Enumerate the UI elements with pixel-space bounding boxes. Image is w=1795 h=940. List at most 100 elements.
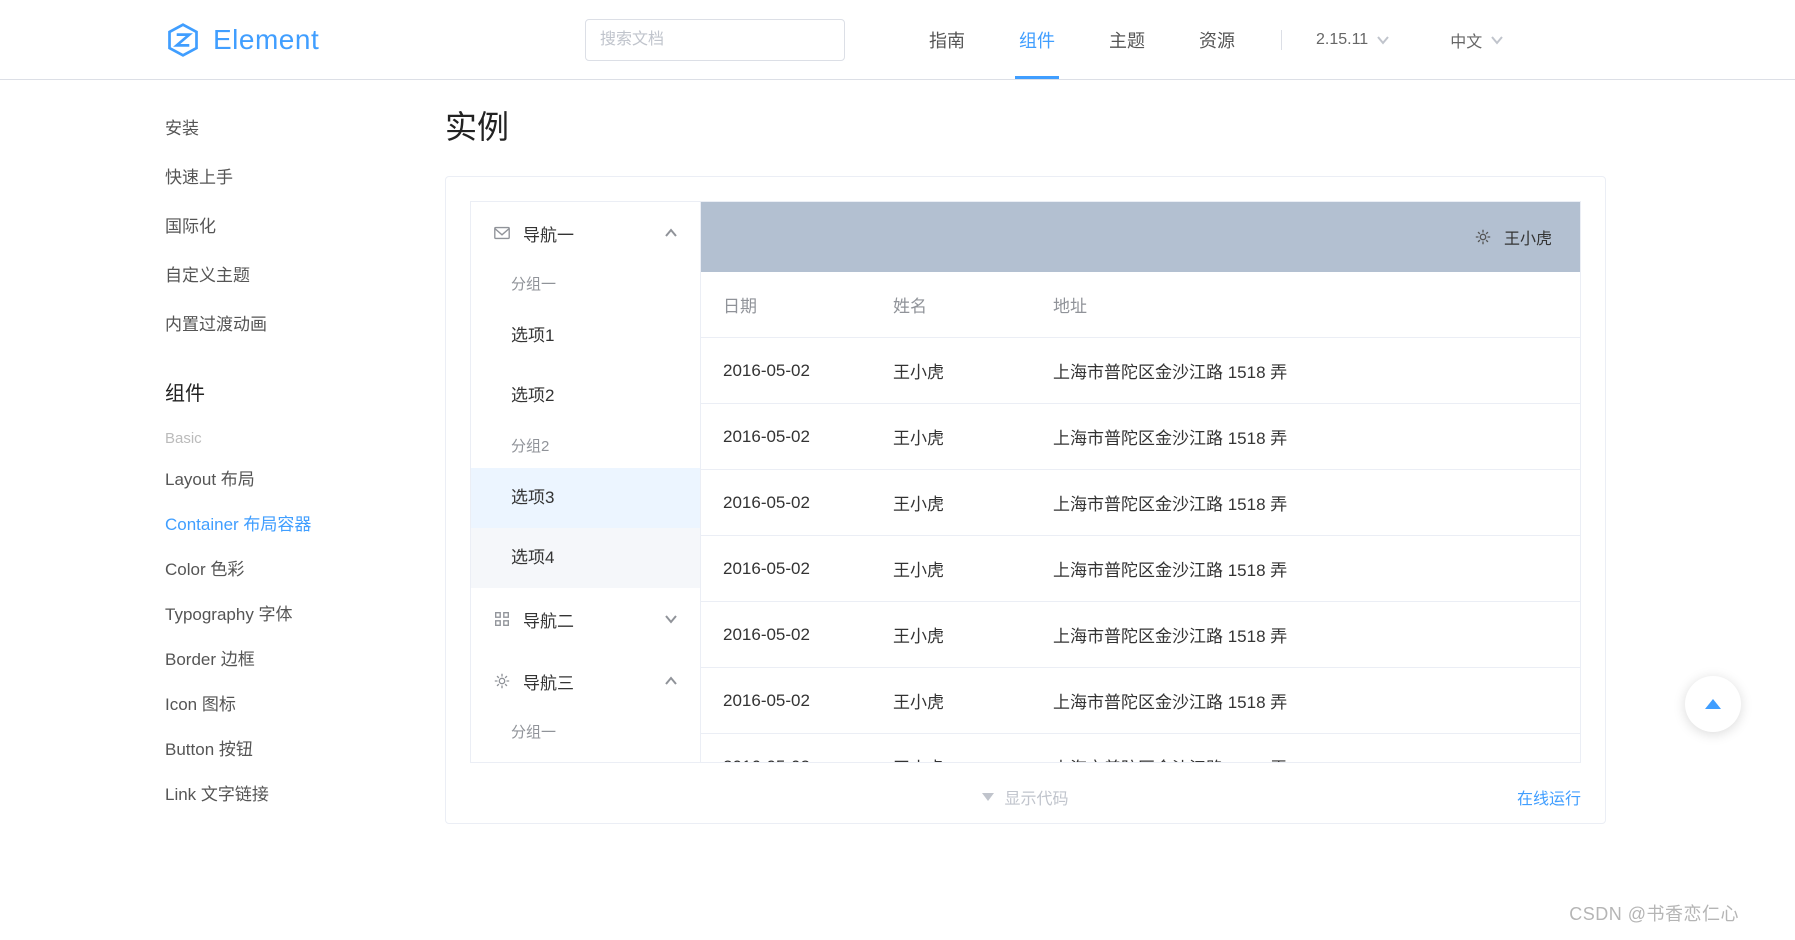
td-date: 2016-05-02: [701, 338, 871, 404]
gear-icon: [493, 672, 511, 690]
td-date: 2016-05-02: [701, 602, 871, 668]
table-row[interactable]: 2016-05-02王小虎上海市普陀区金沙江路 1518 弄: [701, 734, 1580, 763]
chevron-down-icon: [664, 612, 678, 626]
nav-divider: [1281, 30, 1282, 50]
table-row[interactable]: 2016-05-02王小虎上海市普陀区金沙江路 1518 弄: [701, 602, 1580, 668]
menu-group-2-label: 分组2: [471, 426, 700, 468]
td-date: 2016-05-02: [701, 734, 871, 763]
demo-aside[interactable]: 导航一 分组一 选项1 选项2 分组2 选项3 选项4: [471, 202, 701, 762]
th-date: 日期: [701, 272, 871, 338]
menu-item-1-4[interactable]: 选项4: [471, 528, 700, 588]
table-row[interactable]: 2016-05-02王小虎上海市普陀区金沙江路 1518 弄: [701, 404, 1580, 470]
sidebar-item-quickstart[interactable]: 快速上手: [165, 151, 415, 200]
gear-icon[interactable]: [1474, 228, 1492, 246]
sidebar-item-custom-theme[interactable]: 自定义主题: [165, 249, 415, 298]
menu-item-1-1[interactable]: 选项1: [471, 306, 700, 366]
menu-item-1-2[interactable]: 选项2: [471, 366, 700, 426]
td-name: 王小虎: [871, 536, 1031, 602]
demo-footer: 显示代码 在线运行: [446, 771, 1605, 823]
caret-up-icon: [1705, 699, 1721, 709]
menu-nav-3-label: 导航三: [523, 669, 574, 694]
demo-table-wrap[interactable]: 日期 姓名 地址 2016-05-02王小虎上海市普陀区金沙江路 1518 弄2…: [701, 272, 1580, 762]
td-name: 王小虎: [871, 734, 1031, 763]
logo-text: Element: [213, 24, 319, 56]
menu-nav3-group-label: 分组一: [471, 712, 700, 754]
chevron-up-icon: [664, 674, 678, 688]
chevron-down-icon: [1490, 33, 1504, 47]
tab-component[interactable]: 组件: [1015, 0, 1059, 79]
td-address: 上海市普陀区金沙江路 1518 弄: [1031, 470, 1580, 536]
td-name: 王小虎: [871, 338, 1031, 404]
search-input[interactable]: [585, 19, 845, 61]
table-row[interactable]: 2016-05-02王小虎上海市普陀区金沙江路 1518 弄: [701, 536, 1580, 602]
sidebar-item-button[interactable]: Button 按钮: [165, 725, 415, 770]
tab-guide[interactable]: 指南: [925, 0, 969, 79]
sidebar-item-container[interactable]: Container 布局容器: [165, 500, 415, 545]
td-date: 2016-05-02: [701, 470, 871, 536]
table-row[interactable]: 2016-05-02王小虎上海市普陀区金沙江路 1518 弄: [701, 470, 1580, 536]
demo-table: 日期 姓名 地址 2016-05-02王小虎上海市普陀区金沙江路 1518 弄2…: [701, 272, 1580, 762]
td-date: 2016-05-02: [701, 536, 871, 602]
td-name: 王小虎: [871, 404, 1031, 470]
language-dropdown[interactable]: 中文: [1450, 28, 1504, 52]
menu-nav-2[interactable]: 导航二: [471, 588, 700, 650]
tab-theme[interactable]: 主题: [1105, 0, 1149, 79]
menu-nav-1-label: 导航一: [523, 221, 574, 246]
chevron-down-icon: [1376, 33, 1390, 47]
demo-card: 导航一 分组一 选项1 选项2 分组2 选项3 选项4: [445, 176, 1606, 824]
run-online-link[interactable]: 在线运行: [1517, 785, 1581, 809]
menu-item-3-1[interactable]: 选项1: [471, 754, 700, 762]
td-name: 王小虎: [871, 602, 1031, 668]
show-code-button[interactable]: 显示代码: [1004, 785, 1068, 809]
sidebar-group-component: 组件: [165, 347, 415, 418]
menu-nav-3[interactable]: 导航三: [471, 650, 700, 712]
back-to-top-button[interactable]: [1685, 676, 1741, 732]
th-name: 姓名: [871, 272, 1031, 338]
sidebar-item-color[interactable]: Color 色彩: [165, 545, 415, 590]
td-date: 2016-05-02: [701, 404, 871, 470]
sidebar-item-link[interactable]: Link 文字链接: [165, 770, 415, 815]
top-bar: Element 指南 组件 主题 资源 2.15.11 中文: [0, 0, 1795, 80]
menu-group-1-label: 分组一: [471, 264, 700, 306]
td-date: 2016-05-02: [701, 668, 871, 734]
th-address: 地址: [1031, 272, 1580, 338]
watermark: CSDN @书香恋仁心: [1569, 900, 1739, 926]
sidebar-item-install[interactable]: 安装: [165, 102, 415, 151]
demo-main: 王小虎 日期 姓名 地址 2016-05-02王小虎上海市普陀区金沙江路 1: [701, 202, 1580, 762]
td-address: 上海市普陀区金沙江路 1518 弄: [1031, 338, 1580, 404]
sidebar-item-border[interactable]: Border 边框: [165, 635, 415, 680]
table-row[interactable]: 2016-05-02王小虎上海市普陀区金沙江路 1518 弄: [701, 338, 1580, 404]
menu-nav-1[interactable]: 导航一: [471, 202, 700, 264]
menu-item-1-3[interactable]: 选项3: [471, 468, 700, 528]
version-label: 2.15.11: [1316, 31, 1368, 49]
td-name: 王小虎: [871, 668, 1031, 734]
sidebar-item-transition[interactable]: 内置过渡动画: [165, 298, 415, 347]
sidebar-item-typography[interactable]: Typography 字体: [165, 590, 415, 635]
language-label: 中文: [1450, 28, 1482, 52]
table-row[interactable]: 2016-05-02王小虎上海市普陀区金沙江路 1518 弄: [701, 668, 1580, 734]
version-dropdown[interactable]: 2.15.11: [1316, 31, 1390, 49]
td-address: 上海市普陀区金沙江路 1518 弄: [1031, 602, 1580, 668]
menu-nav-2-label: 导航二: [523, 607, 574, 632]
td-address: 上海市普陀区金沙江路 1518 弄: [1031, 536, 1580, 602]
tab-resource[interactable]: 资源: [1195, 0, 1239, 79]
element-logo-icon: [165, 22, 201, 58]
left-sidebar: 安装 快速上手 国际化 自定义主题 内置过渡动画 组件 Basic Layout…: [165, 102, 445, 824]
td-address: 上海市普陀区金沙江路 1518 弄: [1031, 668, 1580, 734]
sidebar-sub-label-basic: Basic: [165, 418, 415, 455]
sidebar-item-layout[interactable]: Layout 布局: [165, 455, 415, 500]
td-address: 上海市普陀区金沙江路 1518 弄: [1031, 734, 1580, 763]
message-icon: [493, 224, 511, 242]
sidebar-item-i18n[interactable]: 国际化: [165, 200, 415, 249]
td-address: 上海市普陀区金沙江路 1518 弄: [1031, 404, 1580, 470]
page-title: 实例: [445, 102, 1606, 148]
top-nav-tabs: 指南 组件 主题 资源 2.15.11 中文: [925, 0, 1564, 79]
menu-grid-icon: [493, 610, 511, 628]
demo-header: 王小虎: [701, 202, 1580, 272]
sidebar-item-icon[interactable]: Icon 图标: [165, 680, 415, 725]
logo[interactable]: Element: [165, 22, 585, 58]
header-username[interactable]: 王小虎: [1504, 225, 1552, 249]
chevron-up-icon: [664, 226, 678, 240]
caret-down-icon[interactable]: [982, 793, 994, 801]
td-name: 王小虎: [871, 470, 1031, 536]
